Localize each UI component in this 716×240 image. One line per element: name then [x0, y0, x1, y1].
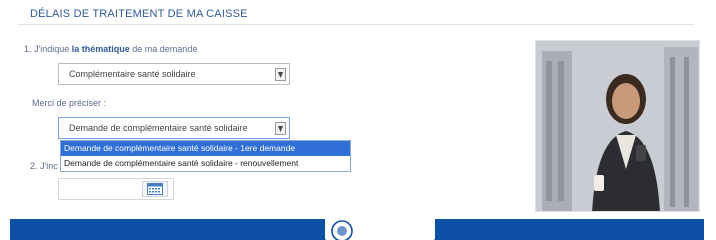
page-header-title: DÉLAIS DE TRAITEMENT DE MA CAISSE: [30, 8, 248, 20]
chevron-down-icon[interactable]: [275, 122, 286, 135]
thematique-select[interactable]: Complémentaire santé solidaire: [58, 63, 290, 85]
question-1-prefix: 1. J'indique: [24, 44, 72, 54]
dropdown-option-first-request[interactable]: Demande de complémentaire santé solidair…: [61, 141, 350, 156]
precise-dropdown-list: Demande de complémentaire santé solidair…: [60, 140, 351, 172]
header-divider: [18, 24, 694, 25]
dropdown-option-renewal[interactable]: Demande de complémentaire santé solidair…: [61, 156, 350, 171]
assurance-maladie-logo: [330, 219, 354, 240]
precise-select[interactable]: Demande de complémentaire santé solidair…: [58, 117, 290, 139]
hero-photo: [535, 40, 700, 212]
question-1-label: 1. J'indique la thématique de ma demande: [24, 44, 197, 54]
thematique-select-value: Complémentaire santé solidaire: [69, 69, 196, 79]
question-2-label: 2. J'inc: [30, 161, 58, 171]
chevron-down-icon[interactable]: [275, 68, 286, 81]
precise-select-value: Demande de complémentaire santé solidair…: [69, 123, 248, 133]
question-1-suffix: de ma demande: [129, 44, 198, 54]
precise-label: Merci de préciser :: [32, 98, 107, 108]
question-1-bold: la thématique: [71, 44, 130, 54]
calendar-icon[interactable]: [142, 181, 168, 197]
